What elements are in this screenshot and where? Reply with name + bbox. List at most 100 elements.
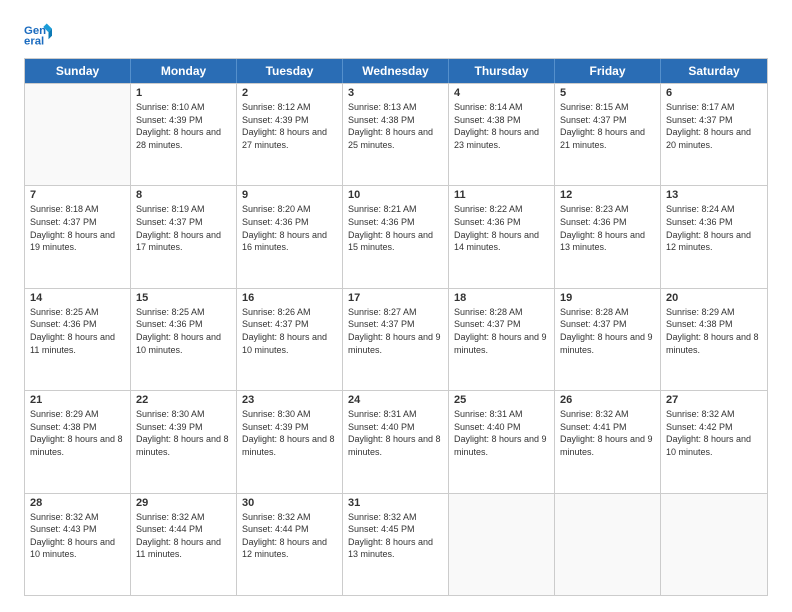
header-day-monday: Monday [131, 59, 237, 83]
calendar-cell: 3Sunrise: 8:13 AM Sunset: 4:38 PM Daylig… [343, 84, 449, 185]
day-info: Sunrise: 8:32 AM Sunset: 4:44 PM Dayligh… [136, 511, 231, 561]
calendar-cell: 18Sunrise: 8:28 AM Sunset: 4:37 PM Dayli… [449, 289, 555, 390]
day-info: Sunrise: 8:10 AM Sunset: 4:39 PM Dayligh… [136, 101, 231, 151]
day-info: Sunrise: 8:23 AM Sunset: 4:36 PM Dayligh… [560, 203, 655, 253]
calendar-cell: 22 Sunrise: 8:30 AM Sunset: 4:39 PM Dayli… [131, 391, 237, 492]
day-number: 1 [136, 87, 231, 99]
day-info: Sunrise: 8:28 AM Sunset: 4:37 PM Dayligh… [560, 306, 655, 356]
header-day-saturday: Saturday [661, 59, 767, 83]
calendar-cell: 8 Sunrise: 8:19 AM Sunset: 4:37 PM Daylig… [131, 186, 237, 287]
header-day-sunday: Sunday [25, 59, 131, 83]
calendar-header-row: SundayMondayTuesdayWednesdayThursdayFrid… [25, 59, 767, 83]
calendar-cell: 10 Sunrise: 8:21 AM Sunset: 4:36 PM Dayli… [343, 186, 449, 287]
calendar-cell: 4 Sunrise: 8:14 AM Sunset: 4:38 PM Daylig… [449, 84, 555, 185]
day-info: Sunrise: 8:29 AM Sunset: 4:38 PM Dayligh… [30, 408, 125, 458]
day-number: 19 [560, 292, 655, 304]
day-number: 3 [348, 87, 443, 99]
calendar-week-4: 21 Sunrise: 8:29 AM Sunset: 4:38 PM Dayli… [25, 390, 767, 492]
day-info: Sunrise: 8:12 AM Sunset: 4:39 PM Dayligh… [242, 101, 337, 151]
calendar-cell: 29 Sunrise: 8:32 AM Sunset: 4:44 PM Dayli… [131, 494, 237, 595]
day-info: Sunrise: 8:18 AM Sunset: 4:37 PM Dayligh… [30, 203, 125, 253]
day-number: 8 [136, 189, 231, 201]
calendar-cell: 12 Sunrise: 8:23 AM Sunset: 4:36 PM Dayli… [555, 186, 661, 287]
day-info: Sunrise: 8:15 AM Sunset: 4:37 PM Dayligh… [560, 101, 655, 151]
day-number: 28 [30, 497, 125, 509]
calendar-cell: 9 Sunrise: 8:20 AM Sunset: 4:36 PM Daylig… [237, 186, 343, 287]
calendar-cell [449, 494, 555, 595]
calendar-cell: 19 Sunrise: 8:28 AM Sunset: 4:37 PM Dayli… [555, 289, 661, 390]
calendar: SundayMondayTuesdayWednesdayThursdayFrid… [24, 58, 768, 596]
day-number: 4 [454, 87, 549, 99]
calendar-cell: 26 Sunrise: 8:32 AM Sunset: 4:41 PM Dayli… [555, 391, 661, 492]
header: Gen eral [24, 20, 768, 48]
header-day-wednesday: Wednesday [343, 59, 449, 83]
day-number: 6 [666, 87, 762, 99]
logo-icon: Gen eral [24, 20, 52, 48]
day-number: 20 [666, 292, 762, 304]
calendar-cell: 14 Sunrise: 8:25 AM Sunset: 4:36 PM Dayli… [25, 289, 131, 390]
calendar-cell: 25Sunrise: 8:31 AM Sunset: 4:40 PM Dayli… [449, 391, 555, 492]
day-number: 30 [242, 497, 337, 509]
day-info: Sunrise: 8:32 AM Sunset: 4:45 PM Dayligh… [348, 511, 443, 561]
day-number: 22 [136, 394, 231, 406]
day-number: 23 [242, 394, 337, 406]
calendar-cell: 11 Sunrise: 8:22 AM Sunset: 4:36 PM Dayli… [449, 186, 555, 287]
calendar-cell [555, 494, 661, 595]
calendar-cell: 20 Sunrise: 8:29 AM Sunset: 4:38 PM Dayli… [661, 289, 767, 390]
calendar-cell: 17 Sunrise: 8:27 AM Sunset: 4:37 PM Dayli… [343, 289, 449, 390]
day-info: Sunrise: 8:19 AM Sunset: 4:37 PM Dayligh… [136, 203, 231, 253]
logo: Gen eral [24, 20, 56, 48]
day-info: Sunrise: 8:32 AM Sunset: 4:41 PM Dayligh… [560, 408, 655, 458]
day-number: 26 [560, 394, 655, 406]
day-number: 17 [348, 292, 443, 304]
day-info: Sunrise: 8:25 AM Sunset: 4:36 PM Dayligh… [30, 306, 125, 356]
day-info: Sunrise: 8:21 AM Sunset: 4:36 PM Dayligh… [348, 203, 443, 253]
day-number: 9 [242, 189, 337, 201]
day-info: Sunrise: 8:29 AM Sunset: 4:38 PM Dayligh… [666, 306, 762, 356]
calendar-cell: 31 Sunrise: 8:32 AM Sunset: 4:45 PM Dayli… [343, 494, 449, 595]
day-number: 11 [454, 189, 549, 201]
day-info: Sunrise: 8:30 AM Sunset: 4:39 PM Dayligh… [242, 408, 337, 458]
day-number: 29 [136, 497, 231, 509]
calendar-week-5: 28 Sunrise: 8:32 AM Sunset: 4:43 PM Dayli… [25, 493, 767, 595]
calendar-cell: 2 Sunrise: 8:12 AM Sunset: 4:39 PM Daylig… [237, 84, 343, 185]
day-info: Sunrise: 8:22 AM Sunset: 4:36 PM Dayligh… [454, 203, 549, 253]
day-number: 31 [348, 497, 443, 509]
calendar-cell: 16 Sunrise: 8:26 AM Sunset: 4:37 PM Dayli… [237, 289, 343, 390]
day-number: 12 [560, 189, 655, 201]
header-day-thursday: Thursday [449, 59, 555, 83]
day-info: Sunrise: 8:32 AM Sunset: 4:43 PM Dayligh… [30, 511, 125, 561]
day-info: Sunrise: 8:28 AM Sunset: 4:37 PM Dayligh… [454, 306, 549, 356]
day-info: Sunrise: 8:17 AM Sunset: 4:37 PM Dayligh… [666, 101, 762, 151]
day-info: Sunrise: 8:24 AM Sunset: 4:36 PM Dayligh… [666, 203, 762, 253]
day-number: 24 [348, 394, 443, 406]
calendar-cell: 23 Sunrise: 8:30 AM Sunset: 4:39 PM Dayli… [237, 391, 343, 492]
calendar-week-1: 1 Sunrise: 8:10 AM Sunset: 4:39 PM Daylig… [25, 83, 767, 185]
day-number: 7 [30, 189, 125, 201]
calendar-cell: 5 Sunrise: 8:15 AM Sunset: 4:37 PM Daylig… [555, 84, 661, 185]
day-number: 2 [242, 87, 337, 99]
calendar-cell: 1 Sunrise: 8:10 AM Sunset: 4:39 PM Daylig… [131, 84, 237, 185]
day-info: Sunrise: 8:30 AM Sunset: 4:39 PM Dayligh… [136, 408, 231, 458]
calendar-cell: 21 Sunrise: 8:29 AM Sunset: 4:38 PM Dayli… [25, 391, 131, 492]
calendar-cell: 6 Sunrise: 8:17 AM Sunset: 4:37 PM Daylig… [661, 84, 767, 185]
calendar-cell [661, 494, 767, 595]
day-info: Sunrise: 8:26 AM Sunset: 4:37 PM Dayligh… [242, 306, 337, 356]
calendar-week-2: 7 Sunrise: 8:18 AM Sunset: 4:37 PM Daylig… [25, 185, 767, 287]
day-number: 21 [30, 394, 125, 406]
day-number: 16 [242, 292, 337, 304]
day-info: Sunrise: 8:14 AM Sunset: 4:38 PM Dayligh… [454, 101, 549, 151]
day-number: 13 [666, 189, 762, 201]
calendar-cell: 7 Sunrise: 8:18 AM Sunset: 4:37 PM Daylig… [25, 186, 131, 287]
day-info: Sunrise: 8:27 AM Sunset: 4:37 PM Dayligh… [348, 306, 443, 356]
day-info: Sunrise: 8:32 AM Sunset: 4:42 PM Dayligh… [666, 408, 762, 458]
day-number: 10 [348, 189, 443, 201]
day-info: Sunrise: 8:20 AM Sunset: 4:36 PM Dayligh… [242, 203, 337, 253]
calendar-cell: 13 Sunrise: 8:24 AM Sunset: 4:36 PM Dayli… [661, 186, 767, 287]
calendar-week-3: 14 Sunrise: 8:25 AM Sunset: 4:36 PM Dayli… [25, 288, 767, 390]
day-number: 5 [560, 87, 655, 99]
day-number: 14 [30, 292, 125, 304]
day-info: Sunrise: 8:31 AM Sunset: 4:40 PM Dayligh… [454, 408, 549, 458]
day-number: 15 [136, 292, 231, 304]
day-info: Sunrise: 8:25 AM Sunset: 4:36 PM Dayligh… [136, 306, 231, 356]
